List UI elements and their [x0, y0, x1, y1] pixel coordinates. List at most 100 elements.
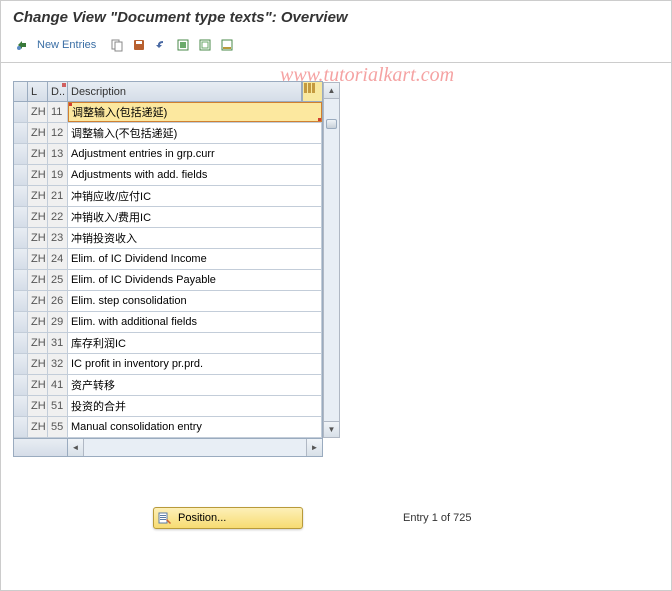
- cell-l: ZH: [28, 270, 48, 290]
- row-selector[interactable]: [14, 417, 28, 437]
- row-selector[interactable]: [14, 291, 28, 311]
- cell-d: 13: [48, 144, 68, 164]
- scroll-up-icon[interactable]: ▲: [324, 83, 339, 99]
- row-selector[interactable]: [14, 354, 28, 374]
- cell-d: 31: [48, 333, 68, 353]
- cell-description[interactable]: Elim. step consolidation: [68, 291, 322, 311]
- cell-d: 55: [48, 417, 68, 437]
- cell-d: 11: [48, 102, 68, 122]
- cell-l: ZH: [28, 375, 48, 395]
- table-row[interactable]: ZH25Elim. of IC Dividends Payable: [14, 270, 322, 291]
- data-table: L D.. Description ZH11调整输入(包括递延)ZH12调整输入…: [13, 81, 323, 457]
- table-row[interactable]: ZH11调整输入(包括递延): [14, 102, 322, 123]
- cell-d: 29: [48, 312, 68, 332]
- row-selector[interactable]: [14, 102, 28, 122]
- cell-d: 41: [48, 375, 68, 395]
- table-row[interactable]: ZH23冲销投资收入: [14, 228, 322, 249]
- table-row[interactable]: ZH51投资的合并: [14, 396, 322, 417]
- cell-d: 26: [48, 291, 68, 311]
- cell-d: 22: [48, 207, 68, 227]
- new-entries-button[interactable]: New Entries: [37, 39, 96, 51]
- table-row[interactable]: ZH26Elim. step consolidation: [14, 291, 322, 312]
- cell-l: ZH: [28, 102, 48, 122]
- cell-d: 25: [48, 270, 68, 290]
- cell-description[interactable]: Elim. with additional fields: [68, 312, 322, 332]
- cell-l: ZH: [28, 249, 48, 269]
- table-config-icon[interactable]: [302, 82, 322, 101]
- row-selector[interactable]: [14, 207, 28, 227]
- cell-l: ZH: [28, 396, 48, 416]
- cell-description[interactable]: 投资的合并: [68, 396, 322, 416]
- position-button[interactable]: Position...: [153, 507, 303, 529]
- cell-description[interactable]: 冲销应收/应付IC: [68, 186, 322, 206]
- cell-description[interactable]: Elim. of IC Dividend Income: [68, 249, 322, 269]
- row-selector[interactable]: [14, 375, 28, 395]
- cell-l: ZH: [28, 312, 48, 332]
- cell-description[interactable]: 调整输入(不包括递延): [68, 123, 322, 143]
- cell-description[interactable]: 库存利润IC: [68, 333, 322, 353]
- col-selector[interactable]: [14, 82, 28, 101]
- print-icon[interactable]: [218, 36, 236, 54]
- cell-description[interactable]: Manual consolidation entry: [68, 417, 322, 437]
- cell-description[interactable]: IC profit in inventory pr.prd.: [68, 354, 322, 374]
- row-selector[interactable]: [14, 186, 28, 206]
- select-all-icon[interactable]: [174, 36, 192, 54]
- scroll-left-icon[interactable]: ◄: [68, 439, 84, 456]
- row-selector[interactable]: [14, 333, 28, 353]
- col-description[interactable]: Description: [68, 82, 302, 101]
- table-row[interactable]: ZH21冲销应收/应付IC: [14, 186, 322, 207]
- cell-d: 23: [48, 228, 68, 248]
- col-d[interactable]: D..: [48, 82, 68, 101]
- table-row[interactable]: ZH19Adjustments with add. fields: [14, 165, 322, 186]
- horizontal-scrollbar[interactable]: ◄ ►: [68, 439, 322, 456]
- table-row[interactable]: ZH55Manual consolidation entry: [14, 417, 322, 438]
- cell-l: ZH: [28, 291, 48, 311]
- row-selector[interactable]: [14, 270, 28, 290]
- cell-d: 19: [48, 165, 68, 185]
- table-row[interactable]: ZH32IC profit in inventory pr.prd.: [14, 354, 322, 375]
- vertical-scrollbar[interactable]: ▲ ▼: [323, 82, 340, 438]
- cell-description[interactable]: 冲销收入/费用IC: [68, 207, 322, 227]
- scroll-thumb[interactable]: [326, 119, 337, 129]
- table-row[interactable]: ZH13Adjustment entries in grp.curr: [14, 144, 322, 165]
- toolbar: New Entries: [1, 32, 671, 63]
- cell-d: 12: [48, 123, 68, 143]
- table-row[interactable]: ZH41资产转移: [14, 375, 322, 396]
- copy-icon[interactable]: [108, 36, 126, 54]
- cell-description[interactable]: Adjustments with add. fields: [68, 165, 322, 185]
- row-selector[interactable]: [14, 312, 28, 332]
- row-selector[interactable]: [14, 396, 28, 416]
- table-row[interactable]: ZH12调整输入(不包括递延): [14, 123, 322, 144]
- undo-icon[interactable]: [152, 36, 170, 54]
- table-row[interactable]: ZH24Elim. of IC Dividend Income: [14, 249, 322, 270]
- scroll-right-icon[interactable]: ►: [306, 439, 322, 456]
- scroll-down-icon[interactable]: ▼: [324, 421, 339, 437]
- col-l[interactable]: L: [28, 82, 48, 101]
- entry-count: Entry 1 of 725: [403, 512, 472, 524]
- deselect-all-icon[interactable]: [196, 36, 214, 54]
- table-row[interactable]: ZH29Elim. with additional fields: [14, 312, 322, 333]
- table-row[interactable]: ZH22冲销收入/费用IC: [14, 207, 322, 228]
- row-selector[interactable]: [14, 165, 28, 185]
- cell-d: 21: [48, 186, 68, 206]
- cell-description[interactable]: Elim. of IC Dividends Payable: [68, 270, 322, 290]
- row-selector[interactable]: [14, 144, 28, 164]
- row-selector[interactable]: [14, 123, 28, 143]
- page-title: Change View "Document type texts": Overv…: [1, 1, 671, 32]
- cell-description[interactable]: 资产转移: [68, 375, 322, 395]
- cell-d: 32: [48, 354, 68, 374]
- table-row[interactable]: ZH31库存利润IC: [14, 333, 322, 354]
- table-header: L D.. Description: [14, 82, 322, 102]
- cell-description[interactable]: 调整输入(包括递延): [68, 102, 322, 122]
- cell-description[interactable]: Adjustment entries in grp.curr: [68, 144, 322, 164]
- toggle-icon[interactable]: [13, 36, 31, 54]
- row-selector[interactable]: [14, 228, 28, 248]
- row-selector[interactable]: [14, 249, 28, 269]
- cell-description[interactable]: 冲销投资收入: [68, 228, 322, 248]
- cell-l: ZH: [28, 123, 48, 143]
- cell-l: ZH: [28, 207, 48, 227]
- save-icon[interactable]: [130, 36, 148, 54]
- cell-l: ZH: [28, 144, 48, 164]
- position-icon: [156, 511, 174, 525]
- position-label: Position...: [178, 512, 226, 524]
